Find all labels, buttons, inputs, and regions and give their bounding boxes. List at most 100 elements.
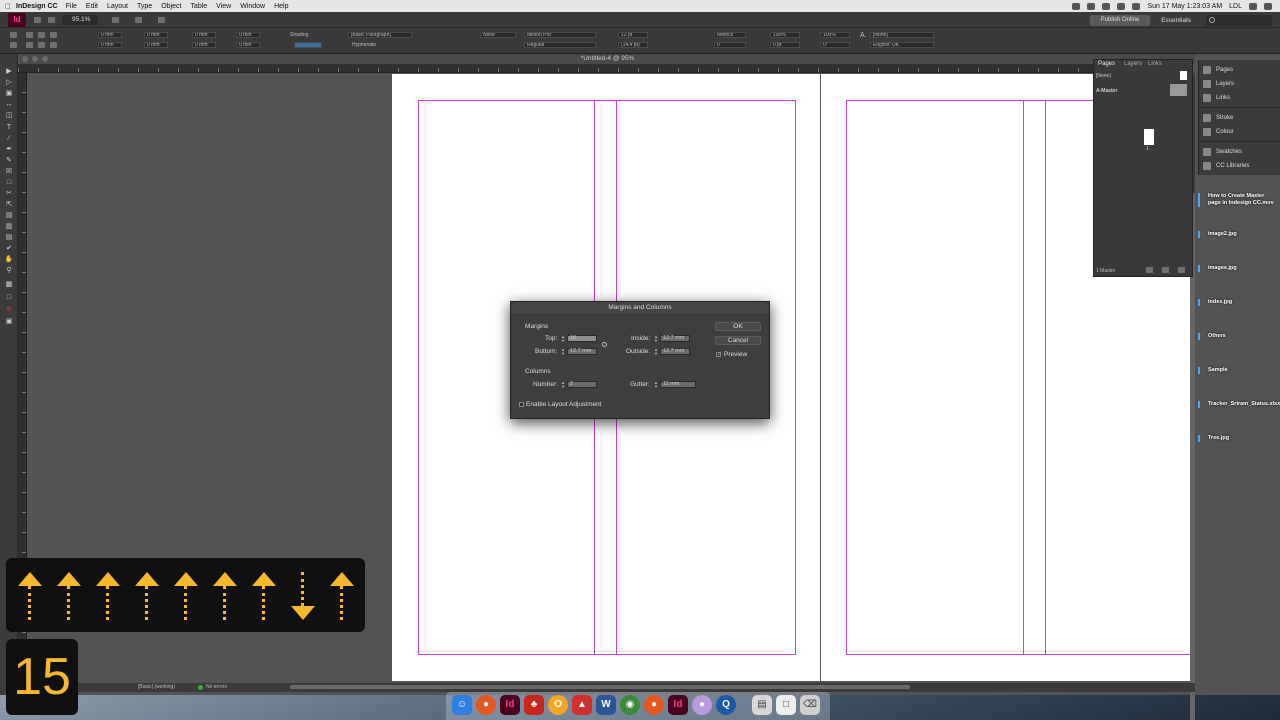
menu-edit[interactable]: Edit [86,3,98,10]
hyphenate-checkbox[interactable]: Hyphenate [352,42,376,48]
space-after-field[interactable]: 0 mm [192,42,216,48]
justify-left-icon[interactable] [26,42,33,48]
bottom-margin-input[interactable]: 12.7 mm [567,348,597,355]
none-master-item[interactable]: [None] [1096,72,1190,80]
language-dropdown[interactable]: English: UK [870,42,934,48]
link-margins-icon[interactable] [602,342,607,347]
vertical-scale-field[interactable]: 100% [770,32,800,38]
outside-margin-input[interactable]: 12.7 mm [660,348,690,355]
type-tool-icon[interactable]: T [4,124,14,132]
top-margin-input[interactable]: 10 [567,335,597,342]
selection-tool-icon[interactable]: ▶ [4,68,14,76]
chrome-icon[interactable]: ◉ [620,695,640,715]
screen-mode-icon[interactable] [135,17,142,23]
zoom-tool-icon[interactable]: ⚲ [4,267,14,275]
justify-all-icon[interactable] [50,42,57,48]
menu-table[interactable]: Table [190,3,207,10]
downloads-stack-icon[interactable]: □ [776,695,796,715]
content-collector-icon[interactable]: ◫ [4,112,14,120]
column-number-input[interactable]: 2 [567,381,597,388]
delete-page-icon[interactable] [1178,267,1185,273]
preflight-profile[interactable]: [Basic] (working) [138,683,175,692]
trash-icon[interactable]: ⌫ [800,695,820,715]
acrobat-icon[interactable]: ♣ [524,695,544,715]
status-icon[interactable] [1072,2,1081,10]
gutter-input[interactable]: 11 mm [660,381,696,388]
horizontal-scale-field[interactable]: 100% [820,32,850,38]
word-icon[interactable]: W [596,695,616,715]
justify-center-icon[interactable] [38,42,45,48]
font-family-dropdown[interactable]: Minion Pro [524,32,596,38]
preview-checkbox[interactable]: ✓ [716,352,721,358]
fill-stroke-icon[interactable]: ▩ [4,281,14,289]
menu-window[interactable]: Window [240,3,265,10]
menu-file[interactable]: File [66,3,77,10]
leading-field[interactable]: (14.4 pt) [618,42,648,48]
spotlight-icon[interactable] [1249,2,1257,10]
tracking-field[interactable]: 0 [714,42,746,48]
desktop-file[interactable]: image2.jpg [1198,231,1278,238]
dock-layers[interactable]: Layers [1203,78,1234,90]
pdf-icon[interactable]: ▲ [572,695,592,715]
formatting-affects-container-icon[interactable]: □ [4,294,14,302]
top-stepper-icon[interactable]: ▲ ▼ [561,335,565,343]
sketch-icon[interactable]: O [548,695,568,715]
publish-online-button[interactable]: Publish Online [1090,15,1150,26]
align-right-icon[interactable] [50,32,57,38]
baseline-shift-field[interactable]: 0 pt [770,42,800,48]
tab-links[interactable]: Links [1148,60,1162,68]
stock-icon[interactable] [48,17,55,23]
preview-label[interactable]: Preview [724,351,747,358]
font-size-field[interactable]: 12 pt [618,32,648,38]
bluetooth-icon[interactable] [1087,2,1096,10]
dock-cc-libraries[interactable]: CC Libraries [1203,160,1249,172]
view-options-icon[interactable] [112,17,119,23]
inside-margin-input[interactable]: 12.7 mm [660,335,690,342]
app-menu[interactable]: InDesign CC [16,3,58,10]
zoom-window-icon[interactable] [42,56,48,62]
scissors-tool-icon[interactable]: ✂ [4,190,14,198]
dock-stroke[interactable]: Stroke [1203,112,1233,124]
wifi-icon[interactable] [1102,2,1111,10]
gradient-swatch-tool-icon[interactable]: ▤ [4,212,14,220]
dock-links[interactable]: Links [1203,92,1230,104]
rectangle-tool-icon[interactable]: □ [4,179,14,187]
document-tab[interactable]: *Untitled-4 @ 95% [20,54,1195,64]
shading-color-swatch[interactable] [294,42,322,48]
character-style-dropdown[interactable]: [None] [870,32,934,38]
horizontal-ruler[interactable] [18,64,1190,73]
desktop-file[interactable]: Tracker_Sriram_Status.xlsx [1198,401,1280,408]
number-stepper-icon[interactable]: ▲ ▼ [561,381,565,389]
gap-tool-icon[interactable]: ↔ [4,101,14,109]
desktop-file[interactable]: images.jpg [1198,265,1278,272]
last-line-indent-field[interactable]: 0 mm [144,42,168,48]
desktop-folder[interactable]: Others [1198,333,1278,340]
remote-icon[interactable]: ● [692,695,712,715]
left-indent-field[interactable]: 0 mm [98,32,122,38]
page-1-thumbnail[interactable] [1144,129,1154,145]
space-before-field[interactable]: 0 mm [192,32,216,38]
gutter-stepper-icon[interactable]: ▲ ▼ [654,381,658,389]
indesign-icon[interactable]: Id [500,695,520,715]
dock-swatches[interactable]: Swatches [1203,146,1242,158]
volume-icon[interactable] [1117,2,1126,10]
align-center-icon[interactable] [38,32,45,38]
screen-mode-tool-icon[interactable]: ▣ [4,318,14,326]
menu-user[interactable]: LDL [1229,3,1242,10]
horizontal-scrollbar[interactable] [290,685,910,689]
edit-page-size-icon[interactable] [1146,267,1153,273]
rectangle-frame-tool-icon[interactable]: ☒ [4,168,14,176]
notification-center-icon[interactable] [1264,2,1272,10]
enable-layout-adjustment-checkbox[interactable] [519,402,524,407]
desktop-file[interactable]: index.jpg [1198,299,1278,306]
dropcap-lines-field[interactable]: 0 mm [236,32,260,38]
right-indent-field[interactable]: 0 mm [144,32,168,38]
workspace-switcher[interactable]: Essentials [1152,15,1200,26]
quicktime-icon[interactable]: Q [716,695,736,715]
apple-icon[interactable]:  [0,2,16,11]
text-field-none[interactable]: None [480,32,516,38]
menu-type[interactable]: Type [137,3,152,10]
ok-button[interactable]: OK [715,322,761,331]
character-mode-icon[interactable] [10,32,17,38]
tab-layers[interactable]: Layers [1124,60,1142,68]
